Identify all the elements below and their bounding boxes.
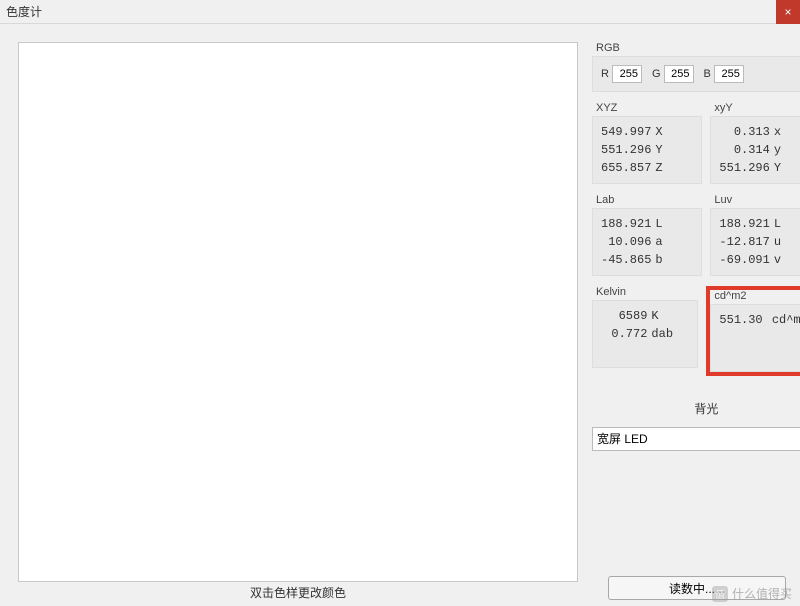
content-area: 双击色样更改颜色 RGB R G B XYZ [0,24,800,601]
xyz-xyy-row: XYZ 549.997X 551.296Y 655.857Z xyY 0.313… [592,102,800,184]
xyy-group: xyY 0.313x 0.314y 551.296Y [710,102,800,184]
backlight-label: 背光 [592,400,800,417]
window-title: 色度计 [6,3,42,20]
xyy-y-unit: y [770,141,800,159]
xyz-x-val: 549.997 [601,123,651,141]
lab-group: Lab 188.921L 10.096a -45.865b [592,194,702,276]
cdm2-val: 551.30 [719,311,767,329]
rgb-r: R [601,65,642,83]
rgb-group: RGB R G B [592,42,800,92]
lab-a-unit: a [651,233,693,251]
close-button[interactable]: × [776,0,800,24]
r-label: R [601,68,609,80]
backlight-select[interactable]: 宽屏 LED [592,427,800,451]
luv-readout: 188.921L -12.817u -69.091v [710,208,800,276]
backlight-select-wrap: 宽屏 LED ⌄ [592,427,800,451]
xyy-y-val: 0.314 [719,141,769,159]
luv-L-unit: L [770,215,800,233]
rgb-b: B [704,65,744,83]
lab-label: Lab [592,194,702,206]
cdm2-readout: 551.30cd^m2 [710,304,800,372]
xyy-Y-val: 551.296 [719,159,769,177]
luv-label: Luv [710,194,800,206]
kelvin-cdm2-row: Kelvin 6589K 0.772dab cd^m2 551.30cd^m2 [592,286,800,376]
cdm2-group: cd^m2 551.30cd^m2 [706,286,800,376]
rgb-row: R G B [592,56,800,92]
reading-button-label: 读数中...... [669,580,725,597]
lab-b-val: -45.865 [601,251,651,269]
rgb-g: G [652,65,694,83]
luv-u-val: -12.817 [719,233,769,251]
lab-b-unit: b [651,251,693,269]
kelvin-group: Kelvin 6589K 0.772dab [592,286,698,376]
xyy-readout: 0.313x 0.314y 551.296Y [710,116,800,184]
b-input[interactable] [714,65,744,83]
luv-L-val: 188.921 [719,215,769,233]
lab-luv-row: Lab 188.921L 10.096a -45.865b Luv 188.92… [592,194,800,276]
luv-u-unit: u [770,233,800,251]
kelvin-readout: 6589K 0.772dab [592,300,698,368]
swatch-caption: 双击色样更改颜色 [18,584,578,601]
xyz-x-unit: X [651,123,693,141]
xyz-y-val: 551.296 [601,141,651,159]
cdm2-label: cd^m2 [710,290,800,302]
color-swatch[interactable] [18,42,578,582]
kelvin-K-val: 6589 [601,307,647,325]
lab-a-val: 10.096 [601,233,651,251]
xyy-x-unit: x [770,123,800,141]
swatch-column: 双击色样更改颜色 [18,42,578,601]
xyz-z-val: 655.857 [601,159,651,177]
lab-readout: 188.921L 10.096a -45.865b [592,208,702,276]
kelvin-K-unit: K [647,307,689,325]
backlight-section: 背光 宽屏 LED ⌄ [592,400,800,451]
xyz-y-unit: Y [651,141,693,159]
b-label: B [704,68,711,80]
g-label: G [652,68,661,80]
rgb-label: RGB [592,42,800,54]
xyz-readout: 549.997X 551.296Y 655.857Z [592,116,702,184]
luv-v-unit: v [770,251,800,269]
luv-v-val: -69.091 [719,251,769,269]
readings-panel: RGB R G B XYZ 549.997X [592,42,800,601]
luv-group: Luv 188.921L -12.817u -69.091v [710,194,800,276]
title-bar: 色度计 × [0,0,800,24]
lab-L-val: 188.921 [601,215,651,233]
r-input[interactable] [612,65,642,83]
kelvin-label: Kelvin [592,286,698,298]
xyz-label: XYZ [592,102,702,114]
cdm2-unit: cd^m2 [768,311,800,329]
lab-L-unit: L [651,215,693,233]
xyz-z-unit: Z [651,159,693,177]
xyy-label: xyY [710,102,800,114]
kelvin-dab-unit: dab [647,325,689,343]
xyy-x-val: 0.313 [719,123,769,141]
g-input[interactable] [664,65,694,83]
reading-button[interactable]: 读数中...... [608,576,786,600]
xyy-Y-unit: Y [770,159,800,177]
close-icon: × [784,5,791,19]
xyz-group: XYZ 549.997X 551.296Y 655.857Z [592,102,702,184]
kelvin-dab-val: 0.772 [601,325,647,343]
